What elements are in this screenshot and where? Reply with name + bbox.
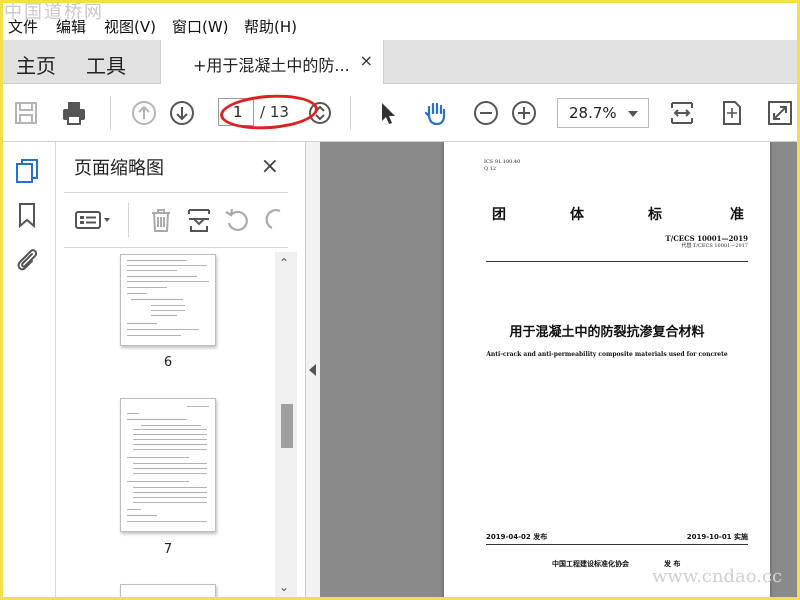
panel-title: 页面缩略图 <box>74 158 164 179</box>
navigation-rail <box>0 142 56 600</box>
panel-collapse-bar[interactable] <box>306 142 320 600</box>
collapse-arrow-icon <box>309 364 316 376</box>
thumbnail-scrollbar[interactable]: ⌃ ⌄ <box>275 252 297 600</box>
q-code: Q 12 <box>484 166 497 172</box>
standard-type-char: 团 <box>492 207 506 223</box>
zoom-value: 28.7% <box>569 104 617 122</box>
page-thumbnail-next[interactable] <box>120 584 216 600</box>
rotate-ccw-icon[interactable] <box>222 205 252 235</box>
main-toolbar: 1 / 13 28.7% <box>0 84 800 142</box>
document-title-cn: 用于混凝土中的防裂抗渗复合材料 <box>509 325 705 340</box>
tab-home[interactable]: 主页 <box>16 50 56 79</box>
chevron-up-icon[interactable]: ⌃ <box>279 256 289 270</box>
delete-icon[interactable] <box>146 205 176 235</box>
tab-bar: 主页 工具 +用于混凝土中的防... × <box>0 40 800 84</box>
page-thumbnail-6[interactable] <box>120 254 216 346</box>
menu-view[interactable]: 视图(V) <box>104 16 156 37</box>
next-page-icon[interactable] <box>166 97 198 129</box>
select-cursor-icon[interactable] <box>372 97 404 129</box>
rotate-cw-icon[interactable] <box>260 205 284 235</box>
zoom-in-icon[interactable] <box>508 97 540 129</box>
chevron-down-icon[interactable]: ⌄ <box>279 580 289 594</box>
hand-tool-icon[interactable] <box>420 97 452 129</box>
publisher: 中国工程建设标准化协会 <box>552 560 629 568</box>
fit-page-icon[interactable] <box>716 97 748 129</box>
standard-type-char: 标 <box>648 207 662 223</box>
options-icon[interactable] <box>74 205 114 235</box>
pdf-page: ICS 91.100.40 Q 12 团 体 标 准 T/CECS 10001—… <box>444 142 770 600</box>
chevron-down-icon <box>628 111 638 117</box>
tab-document[interactable]: +用于混凝土中的防... × <box>160 40 384 84</box>
fullscreen-icon[interactable] <box>764 97 796 129</box>
save-icon[interactable] <box>10 97 42 129</box>
footer-rule <box>486 544 748 545</box>
zoom-out-icon[interactable] <box>470 97 502 129</box>
standard-type-char: 体 <box>570 207 584 223</box>
menu-help[interactable]: 帮助(H) <box>244 16 297 37</box>
toolbar-separator <box>350 96 351 130</box>
document-view[interactable]: ICS 91.100.40 Q 12 团 体 标 准 T/CECS 10001—… <box>320 142 800 600</box>
menu-window[interactable]: 窗口(W) <box>172 16 229 37</box>
ics-code: ICS 91.100.40 <box>484 159 521 165</box>
scrollbar-thumb[interactable] <box>281 404 293 448</box>
standard-type-char: 准 <box>730 207 744 223</box>
thumbnail-label-6: 6 <box>163 355 173 370</box>
site-watermark-bottom: www.cndao.cc <box>652 566 783 587</box>
bookmark-icon[interactable] <box>12 200 42 230</box>
replaces-standard: 代替 T/CECS 10001—2017 <box>681 243 748 249</box>
fit-width-icon[interactable] <box>666 97 698 129</box>
pages-icon[interactable] <box>12 156 42 186</box>
document-title-en: Anti-crack and anti-permeability composi… <box>486 351 728 358</box>
toolbar-separator <box>110 96 111 130</box>
attachment-icon[interactable] <box>12 244 42 274</box>
site-watermark-top: 中国道桥网 <box>4 2 104 23</box>
thumbnail-label-7: 7 <box>163 542 173 557</box>
print-icon[interactable] <box>58 97 90 129</box>
document-tab-title: +用于混凝土中的防... <box>193 56 350 75</box>
issue-date: 2019-04-02 发布 <box>486 533 548 541</box>
zoom-select[interactable]: 28.7% <box>557 98 649 128</box>
thumbnail-panel: 页面缩略图 × 6 7 ⌃ ⌄ <box>56 142 306 600</box>
panel-separator <box>128 203 129 237</box>
insert-page-icon[interactable] <box>184 205 214 235</box>
prev-page-icon[interactable] <box>128 97 160 129</box>
thumbnail-list: 6 7 <box>64 250 276 600</box>
close-panel-button[interactable]: × <box>261 154 279 179</box>
panel-toolbar <box>64 192 288 248</box>
menu-bar: 中国道桥网 文件 编辑 视图(V) 窗口(W) 帮助(H) <box>0 0 800 40</box>
tab-tools[interactable]: 工具 <box>86 50 126 79</box>
close-tab-button[interactable]: × <box>360 51 373 70</box>
header-rule <box>486 261 748 262</box>
effective-date: 2019-10-01 实施 <box>686 533 748 541</box>
page-thumbnail-7[interactable] <box>120 398 216 532</box>
